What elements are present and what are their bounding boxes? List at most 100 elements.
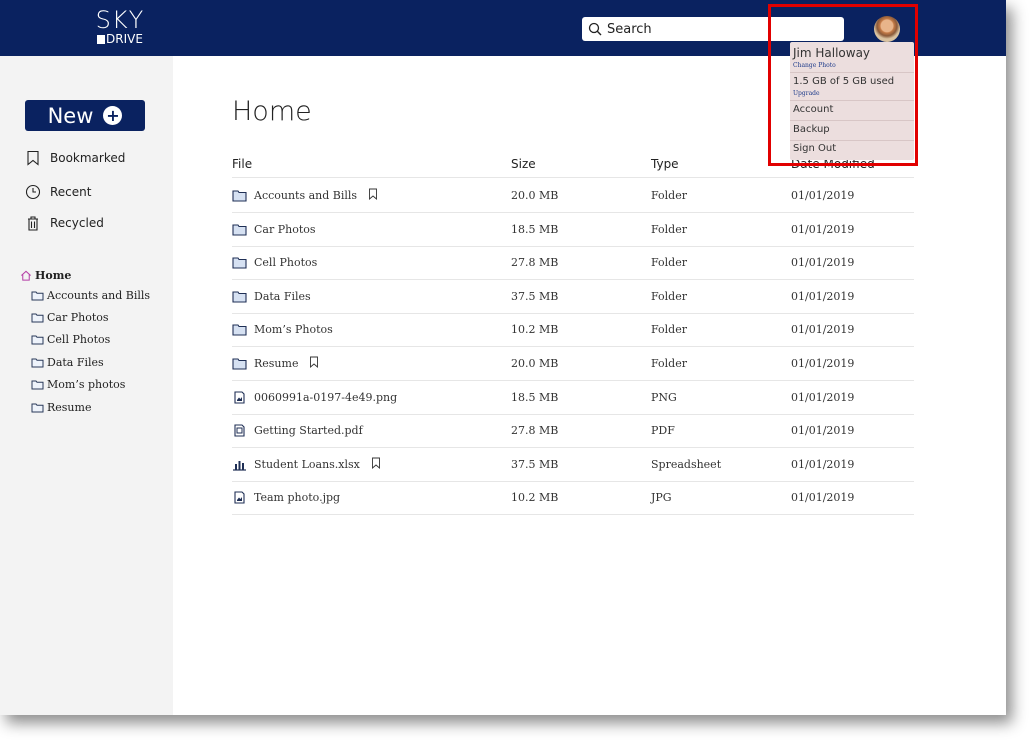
file-date: 01/01/2019 bbox=[791, 189, 855, 202]
tree-item-home[interactable]: Home bbox=[20, 269, 71, 282]
file-date: 01/01/2019 bbox=[791, 491, 855, 505]
nav-label: Bookmarked bbox=[50, 151, 126, 165]
nav-label: Recent bbox=[50, 185, 92, 199]
file-size: 18.5 MB bbox=[511, 390, 559, 404]
file-size: 10.2 MB bbox=[511, 323, 559, 337]
table-row[interactable]: Mom’s Photos 10.2 MB Folder 01/01/2019 bbox=[232, 313, 914, 348]
file-type: Folder bbox=[651, 189, 687, 202]
upgrade-link[interactable]: Upgrade bbox=[793, 90, 820, 97]
tree-item-car-photos[interactable]: Car Photos bbox=[31, 311, 109, 324]
folder-icon bbox=[232, 358, 247, 370]
tree-item-resume[interactable]: Resume bbox=[31, 401, 91, 414]
file-name: Cell Photos bbox=[254, 256, 318, 270]
file-type: Folder bbox=[651, 289, 687, 303]
file-cell: Getting Started.pdf bbox=[232, 414, 363, 447]
skydrive-logo[interactable]: SKY DRIVE bbox=[92, 8, 148, 48]
home-icon bbox=[21, 270, 31, 281]
table-row[interactable]: Accounts and Bills 20.0 MB Folder 01/01/201… bbox=[232, 179, 914, 213]
nav-recent[interactable]: Recent bbox=[25, 184, 91, 200]
avatar[interactable] bbox=[874, 16, 900, 42]
table-row[interactable]: Data Files 37.5 MB Folder 01/01/2019 bbox=[232, 280, 914, 314]
table-row[interactable]: Team photo.jpg 10.2 MB JPG 01/01/2019 bbox=[232, 481, 914, 516]
column-header-size[interactable]: Size bbox=[511, 157, 536, 171]
file-date: 01/01/2019 bbox=[791, 357, 855, 370]
tree-item-moms-photos[interactable]: Mom’s photos bbox=[31, 378, 125, 391]
file-type: Spreadsheet bbox=[651, 457, 722, 471]
column-header-file[interactable]: File bbox=[232, 157, 252, 171]
logo-bottom-text: DRIVE bbox=[106, 32, 143, 46]
logo-bottom: DRIVE bbox=[92, 32, 148, 46]
file-cell: 0060991a-0197-4e49.png bbox=[232, 381, 397, 414]
file-date: 01/01/2019 bbox=[791, 256, 855, 270]
menu-divider bbox=[790, 72, 914, 73]
search-input[interactable]: Search bbox=[582, 17, 844, 41]
user-name: Jim Halloway bbox=[793, 46, 871, 60]
table-row[interactable]: Cell Photos 27.8 MB Folder 01/01/2019 bbox=[232, 246, 914, 281]
file-size: 37.5 MB bbox=[511, 289, 559, 303]
file-name: Mom’s Photos bbox=[254, 323, 333, 337]
change-photo-link[interactable]: Change Photo bbox=[793, 62, 836, 69]
file-size: 37.5 MB bbox=[511, 457, 559, 471]
new-button[interactable]: New + bbox=[25, 100, 145, 131]
tree-item-accounts[interactable]: Accounts and Bills bbox=[31, 289, 150, 302]
file-type: Folder bbox=[651, 357, 687, 370]
tree-item-label: Resume bbox=[47, 401, 92, 414]
file-size: 27.8 MB bbox=[511, 424, 559, 438]
sign-out-menu-item[interactable]: Sign Out bbox=[793, 143, 836, 154]
menu-divider bbox=[790, 120, 914, 121]
file-cell: Resume bbox=[232, 347, 319, 380]
file-date: 01/01/2019 bbox=[791, 424, 855, 438]
file-name: Car Photos bbox=[254, 222, 316, 236]
tree-home-label: Home bbox=[35, 269, 72, 282]
bookmark-icon[interactable] bbox=[371, 457, 381, 472]
file-date: 01/01/2019 bbox=[791, 323, 855, 337]
column-header-type[interactable]: Type bbox=[651, 157, 679, 171]
nav-bookmarked[interactable]: Bookmarked bbox=[25, 150, 125, 166]
storage-usage: 1.5 GB of 5 GB used bbox=[793, 76, 895, 87]
file-type: Folder bbox=[651, 323, 687, 337]
file-name: Getting Started.pdf bbox=[254, 424, 363, 438]
tree-item-cell-photos[interactable]: Cell Photos bbox=[31, 333, 110, 346]
new-button-label: New bbox=[47, 103, 94, 128]
plus-icon: + bbox=[103, 106, 123, 125]
bookmark-icon[interactable] bbox=[368, 188, 378, 203]
file-size: 10.2 MB bbox=[511, 491, 559, 505]
file-name: 0060991a-0197-4e49.png bbox=[254, 390, 398, 404]
file-size: 20.0 MB bbox=[511, 189, 559, 202]
table-row[interactable]: Getting Started.pdf 27.8 MB PDF 01/01/2019 bbox=[232, 414, 914, 449]
file-type: Folder bbox=[651, 222, 687, 236]
file-date: 01/01/2019 bbox=[791, 390, 855, 404]
nav-label: Recycled bbox=[50, 216, 104, 230]
file-size: 18.5 MB bbox=[511, 222, 559, 236]
file-type: JPG bbox=[651, 491, 672, 505]
page-title: Home bbox=[232, 96, 312, 127]
folder-icon bbox=[232, 257, 247, 269]
tree-item-label: Car Photos bbox=[47, 311, 109, 324]
clock-icon bbox=[25, 184, 41, 200]
file-size: 20.0 MB bbox=[511, 357, 559, 370]
file-cell: Cell Photos bbox=[232, 246, 317, 279]
account-menu-item[interactable]: Account bbox=[793, 104, 833, 115]
file-name: Team photo.jpg bbox=[254, 491, 341, 505]
tree-item-data-files[interactable]: Data Files bbox=[31, 356, 104, 369]
tree-item-label: Accounts and Bills bbox=[47, 289, 151, 302]
bookmark-icon[interactable] bbox=[309, 356, 319, 371]
search-icon bbox=[588, 22, 602, 36]
folder-icon bbox=[31, 358, 44, 368]
file-type: Folder bbox=[651, 256, 687, 270]
backup-menu-item[interactable]: Backup bbox=[793, 124, 830, 135]
table-row[interactable]: Car Photos 18.5 MB Folder 01/01/2019 bbox=[232, 213, 914, 247]
bookmark-icon bbox=[27, 150, 39, 166]
table-row[interactable]: Student Loans.xlsx 37.5 MB Spreadsheet 01/0… bbox=[232, 448, 914, 482]
folder-icon bbox=[232, 324, 247, 336]
table-row[interactable]: Resume 20.0 MB Folder 01/01/2019 bbox=[232, 347, 914, 381]
file-size: 27.8 MB bbox=[511, 256, 559, 270]
folder-icon bbox=[232, 224, 247, 236]
file-cell: Student Loans.xlsx bbox=[232, 448, 381, 481]
folder-icon bbox=[31, 403, 44, 413]
nav-recycled[interactable]: Recycled bbox=[25, 215, 104, 231]
logo-box-icon bbox=[97, 34, 106, 44]
user-menu: Jim Halloway Change Photo 1.5 GB of 5 GB… bbox=[790, 42, 914, 160]
table-row[interactable]: 0060991a-0197-4e49.png 18.5 MB PNG 01/01/20… bbox=[232, 381, 914, 415]
folder-icon bbox=[31, 380, 44, 390]
